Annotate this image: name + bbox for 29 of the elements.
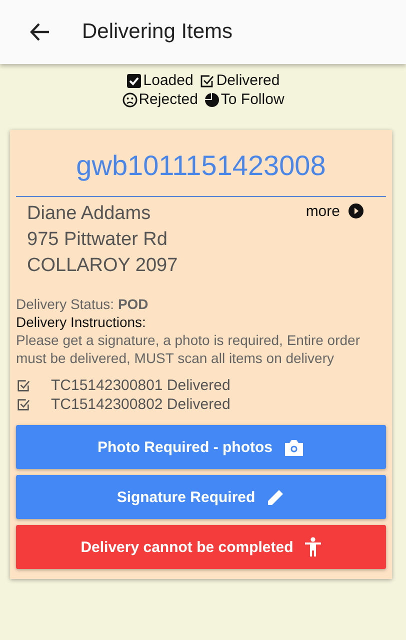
pencil-icon <box>267 488 286 506</box>
screen-title: Delivering Items <box>82 20 233 44</box>
action-button[interactable]: Signature Required <box>16 475 386 519</box>
legend-label: Loaded <box>143 72 194 89</box>
address-line: 975 Pittwater Rd <box>27 228 168 252</box>
person-icon <box>305 537 322 557</box>
legend-label: Delivered <box>216 72 280 89</box>
action-button[interactable]: Photo Required - photos <box>16 425 386 469</box>
delivery-status: Delivery Status: POD <box>16 295 150 313</box>
camera-icon <box>284 438 304 456</box>
checkbox-icon <box>199 72 216 88</box>
checked-box-icon <box>126 72 142 88</box>
pie-chart-icon <box>204 92 220 108</box>
checkbox-icon <box>16 378 31 393</box>
customer-name: Diane Addams <box>27 202 152 226</box>
play-circle-icon <box>348 203 364 219</box>
back-arrow-icon <box>30 23 50 41</box>
item-status: TC15142300801 Delivered <box>51 377 230 394</box>
more-button[interactable]: more <box>306 201 364 221</box>
consignment-number: gwb1011151423008 <box>16 130 386 197</box>
legend-label: Rejected <box>138 91 198 108</box>
address-line: COLLAROY 2097 <box>27 254 178 278</box>
instructions-label: Delivery Instructions: <box>16 313 147 331</box>
action-button[interactable]: Delivery cannot be completed <box>16 525 386 569</box>
sad-face-icon <box>122 92 138 108</box>
checkbox-icon <box>16 397 31 412</box>
legend-label: To Follow <box>220 91 284 108</box>
instructions-text: Please get a signature, a photo is required, Entire order must be delivered, MUST scan all items on delivery <box>16 331 360 367</box>
item-status: TC15142300802 Delivered <box>51 396 230 413</box>
